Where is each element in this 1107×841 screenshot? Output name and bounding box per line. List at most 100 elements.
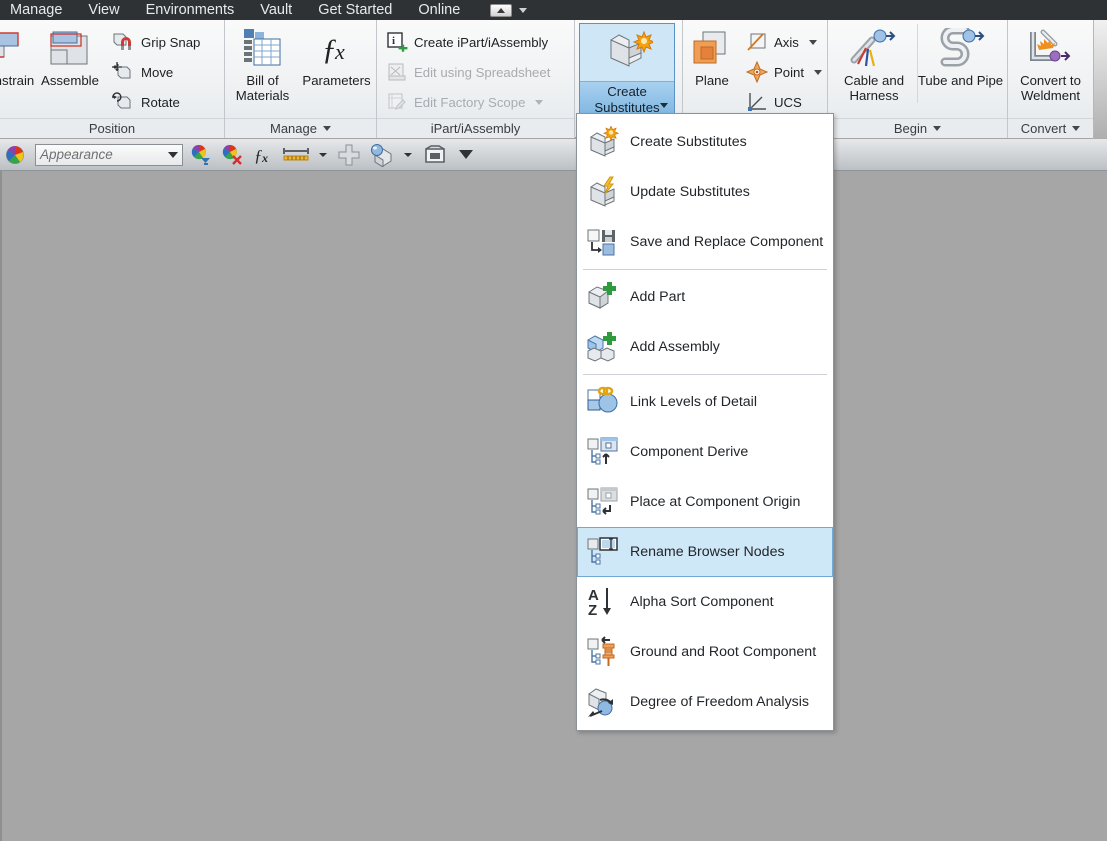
edit-factory-scope-label: Edit Factory Scope — [414, 94, 526, 110]
tube-and-pipe-button[interactable]: Tube and Pipe — [918, 24, 1004, 88]
chevron-down-icon[interactable] — [933, 126, 942, 131]
rotate-component-icon — [111, 90, 135, 114]
menu-item-ground-and-root-component[interactable]: Ground and Root Component — [577, 627, 833, 677]
create-ipart-icon: i — [386, 31, 408, 53]
chevron-down-icon[interactable] — [808, 39, 817, 45]
rotate-component-label: Rotate — [141, 94, 180, 110]
menu-item-link-levels-of-detail[interactable]: Link Levels of Detail — [577, 377, 833, 427]
menu-item-create-substitutes[interactable]: Create Substitutes — [577, 117, 833, 167]
menu-item-label: Alpha Sort Component — [630, 594, 774, 610]
panel-title-begin: Begin — [828, 118, 1007, 138]
menu-item-label: Add Part — [630, 289, 686, 305]
chevron-down-icon[interactable] — [316, 142, 330, 168]
measure-distance-icon[interactable] — [281, 142, 311, 168]
panel-title-text: Begin — [893, 121, 928, 136]
chevron-down-icon[interactable] — [660, 103, 668, 108]
chevron-down-icon[interactable] — [519, 7, 528, 13]
tube-and-pipe-label: Tube and Pipe — [917, 73, 1004, 88]
panel-title-manage: Manage — [225, 118, 376, 138]
menu-item-view[interactable]: View — [88, 0, 119, 20]
create-substitutes-icon — [586, 125, 620, 159]
adjust-appearance-icon[interactable] — [188, 142, 214, 168]
add-icon[interactable] — [335, 142, 363, 168]
edit-using-spreadsheet-label: Edit using Spreadsheet — [414, 64, 551, 80]
plane-button[interactable]: Plane — [683, 24, 741, 90]
more-options-icon[interactable] — [455, 142, 477, 168]
convert-to-weldment-button[interactable]: Convert to Weldment — [1008, 24, 1093, 103]
menu-item-update-substitutes[interactable]: Update Substitutes — [577, 167, 833, 217]
constrain-label: Constrain — [0, 73, 35, 88]
menu-item-environments[interactable]: Environments — [146, 0, 235, 20]
work-features-small-buttons: Axis Point UCS — [741, 24, 827, 117]
panel-title-text: Convert — [1020, 121, 1067, 136]
ucs-icon — [746, 91, 768, 113]
ucs-label: UCS — [773, 94, 802, 110]
menu-item-label: Save and Replace Component — [630, 234, 824, 250]
model-canvas[interactable] — [0, 171, 1107, 841]
menu-item-alpha-sort-component[interactable]: A Z Alpha Sort Component — [577, 577, 833, 627]
place-at-component-origin-icon — [586, 485, 620, 519]
chevron-down-icon[interactable] — [168, 151, 178, 158]
menu-item-manage[interactable]: Manage — [10, 0, 62, 20]
menu-item-vault[interactable]: Vault — [260, 0, 292, 20]
move-component-label: Move — [141, 64, 174, 80]
move-component-button[interactable]: Move — [106, 57, 205, 87]
menu-item-get-started[interactable]: Get Started — [318, 0, 392, 20]
panel-title-convert: Convert — [1008, 118, 1093, 138]
create-substitutes-dropdown-menu: Create Substitutes Update Substitutes Sa… — [576, 113, 834, 731]
minimize-ribbon-icon[interactable] — [490, 3, 513, 17]
menu-item-place-at-component-origin[interactable]: Place at Component Origin — [577, 477, 833, 527]
edit-factory-scope-button[interactable]: Edit Factory Scope — [381, 87, 555, 117]
panel-title-ipart-iassembly: iPart/iAssembly — [377, 118, 574, 138]
edit-using-spreadsheet-button[interactable]: Edit using Spreadsheet — [381, 57, 555, 87]
parameters-button[interactable]: ƒ x Parameters — [299, 24, 375, 88]
assemble-button[interactable]: Assemble — [34, 24, 106, 88]
edit-factory-scope-icon — [386, 91, 408, 113]
axis-label: Axis — [773, 34, 799, 50]
menu-item-label: Place at Component Origin — [630, 494, 801, 510]
menu-item-add-assembly[interactable]: Add Assembly — [577, 322, 833, 372]
chevron-down-icon[interactable] — [814, 69, 822, 75]
inventor-window: Manage View Environments Vault Get Start… — [0, 0, 1107, 841]
component-derive-icon — [586, 435, 620, 469]
chevron-down-icon[interactable] — [322, 126, 331, 131]
menu-item-save-and-replace-component[interactable]: Save and Replace Component — [577, 217, 833, 267]
parameters-label: Parameters — [302, 73, 371, 88]
panel-title-text: Position — [88, 121, 136, 136]
bill-of-materials-button[interactable]: Bill of Materials — [227, 24, 299, 103]
menu-item-component-derive[interactable]: Component Derive — [577, 427, 833, 477]
chevron-down-icon[interactable] — [535, 99, 544, 105]
chevron-down-icon[interactable] — [401, 142, 415, 168]
tube-pipe-icon — [935, 28, 987, 70]
bill-of-materials-icon — [239, 28, 287, 70]
chevron-down-icon[interactable] — [1072, 126, 1081, 131]
work-point-icon — [745, 61, 768, 83]
add-assembly-icon — [586, 330, 620, 364]
menu-item-add-part[interactable]: Add Part — [577, 272, 833, 322]
constrain-button[interactable]: Constrain — [0, 24, 34, 88]
view-icon[interactable] — [420, 142, 450, 168]
parameters-fx-icon: ƒ x — [313, 28, 361, 70]
grip-snap-label: Grip Snap — [141, 34, 201, 50]
menu-item-label: Component Derive — [630, 444, 749, 460]
rotate-component-button[interactable]: Rotate — [106, 87, 205, 117]
menu-item-degree-of-freedom-analysis[interactable]: Degree of Freedom Analysis — [577, 677, 833, 727]
clear-appearance-icon[interactable] — [219, 142, 245, 168]
axis-button[interactable]: Axis — [741, 27, 827, 57]
cable-and-harness-button[interactable]: Cable and Harness — [832, 24, 918, 103]
svg-text:x: x — [334, 39, 345, 64]
point-button[interactable]: Point — [741, 57, 827, 87]
menu-item-rename-browser-nodes[interactable]: Rename Browser Nodes — [577, 527, 833, 577]
menu-item-online[interactable]: Online — [418, 0, 460, 20]
save-replace-component-icon — [586, 225, 620, 259]
grip-snap-button[interactable]: Grip Snap — [106, 27, 205, 57]
link-levels-of-detail-icon — [586, 385, 620, 419]
appearance-select[interactable]: Appearance — [35, 143, 183, 166]
panel-title-text: Manage — [270, 121, 317, 136]
ribbon-panel-begin: Cable and Harness Tube and Pipe Begin — [828, 20, 1008, 138]
parameters-fx-icon[interactable]: ƒ x — [250, 142, 276, 168]
rename-browser-nodes-icon — [586, 535, 620, 569]
create-ipart-iassembly-button[interactable]: i Create iPart/iAssembly — [381, 27, 555, 57]
material-icon[interactable] — [368, 142, 396, 168]
create-substitutes-split-button[interactable]: Create Substitutes — [579, 23, 675, 119]
